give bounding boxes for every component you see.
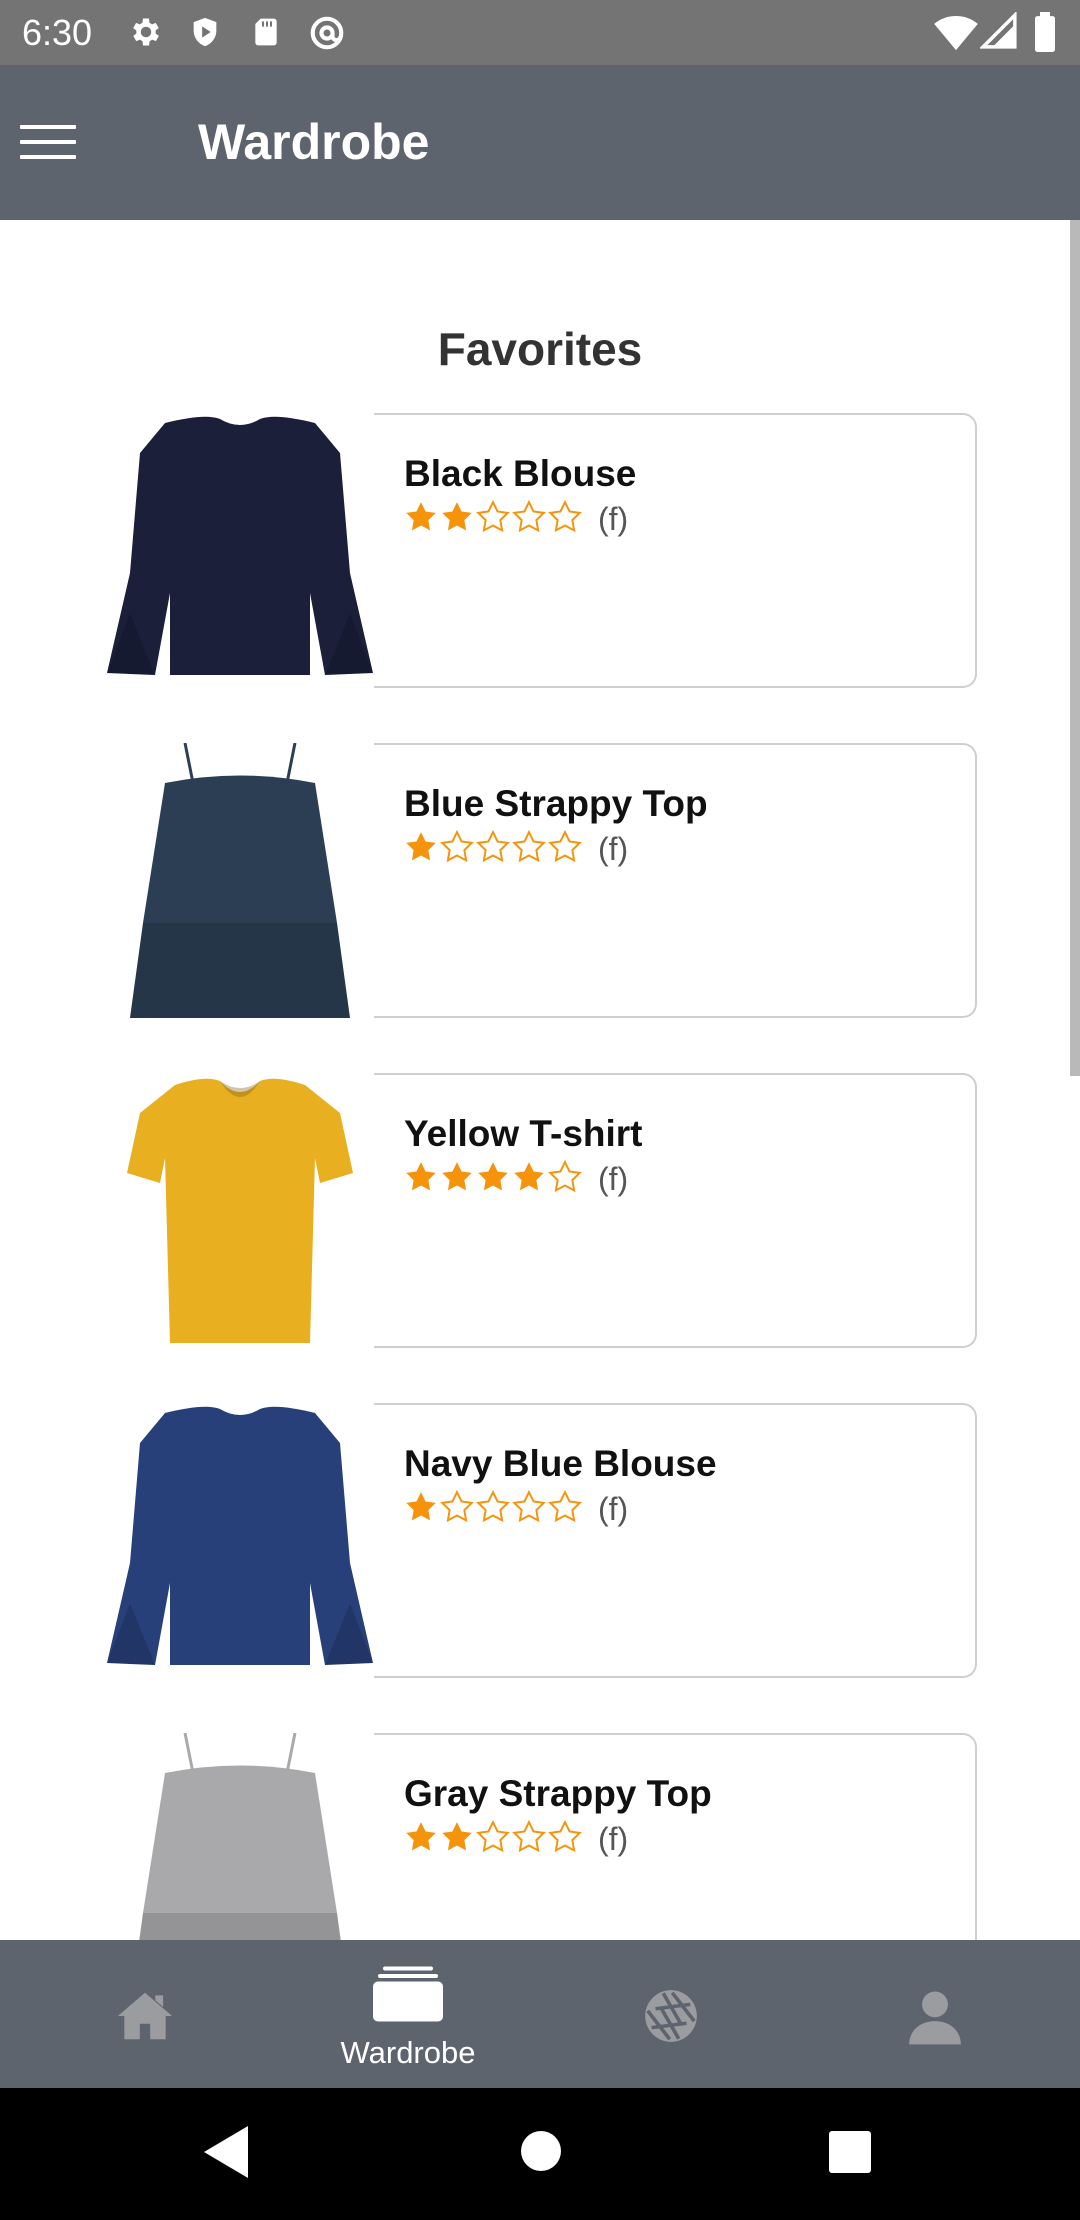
system-nav [0, 2088, 1080, 2220]
star-empty-icon [440, 829, 476, 869]
nav-camera[interactable] [536, 1940, 806, 2088]
battery-icon [1032, 12, 1058, 57]
list-item[interactable]: Yellow T-shirt (f) [0, 1073, 1000, 1348]
home-icon [114, 1985, 176, 2047]
status-time: 6:30 [22, 12, 93, 53]
list-item[interactable]: Black Blouse (f) [0, 413, 1000, 688]
star-filled-icon [440, 500, 476, 539]
star-filled-icon [440, 1820, 476, 1859]
garment-image[interactable] [105, 1403, 375, 1678]
section-title: Favorites [437, 323, 643, 375]
favorites-list[interactable]: Favorites Black Blouse (f) Blue Strappy To… [0, 220, 1080, 1940]
star-empty-icon [512, 1819, 548, 1859]
hamburger-menu-icon[interactable] [20, 125, 76, 165]
list-item[interactable]: Navy Blue Blouse (f) [0, 1403, 1000, 1678]
item-card[interactable]: Yellow T-shirt (f) [374, 1073, 977, 1348]
garment-image[interactable] [105, 1732, 375, 1940]
star-empty-icon [512, 499, 548, 539]
star-empty-icon [548, 1819, 584, 1859]
star-rating: (f) [404, 1157, 628, 1201]
star-empty-icon [548, 1489, 584, 1529]
item-name: Navy Blue Blouse [404, 1443, 717, 1484]
home-circle-icon[interactable] [520, 2130, 562, 2177]
star-empty-icon [476, 499, 512, 539]
star-filled-icon [404, 830, 440, 869]
sd-card-icon [250, 14, 282, 55]
page-title: Wardrobe [198, 114, 430, 170]
item-card[interactable]: Black Blouse (f) [374, 413, 977, 688]
garment-image[interactable] [105, 742, 375, 1018]
item-card[interactable]: Navy Blue Blouse (f) [374, 1403, 977, 1678]
rating-label: (f) [598, 1490, 629, 1527]
star-empty-icon [476, 1819, 512, 1859]
rating-label: (f) [598, 500, 629, 537]
signal-icon [978, 10, 1018, 55]
nav-label-wardrobe: Wardrobe [340, 2035, 476, 2070]
wifi-icon [934, 12, 978, 57]
star-filled-icon [404, 1160, 440, 1199]
star-empty-icon [548, 1159, 584, 1199]
nav-wardrobe[interactable]: Wardrobe [273, 1940, 543, 2088]
item-card[interactable]: Gray Strappy Top (f) [374, 1733, 977, 1940]
rating-label: (f) [598, 1160, 629, 1197]
rating-label: (f) [598, 830, 629, 867]
item-card[interactable]: Blue Strappy Top (f) [374, 743, 977, 1018]
bottom-nav: Wardrobe [0, 1940, 1080, 2088]
star-rating: (f) [404, 827, 628, 871]
list-item[interactable]: Gray Strappy Top (f) [0, 1732, 1000, 1940]
scrollbar[interactable] [1070, 220, 1080, 1076]
star-filled-icon [440, 1160, 476, 1199]
rating-label: (f) [598, 1820, 629, 1857]
star-empty-icon [548, 499, 584, 539]
item-name: Yellow T-shirt [404, 1113, 643, 1154]
nav-home[interactable] [10, 1940, 280, 2088]
status-bar: 6:30 [0, 0, 1080, 65]
nav-profile[interactable] [800, 1940, 1070, 2088]
recents-icon[interactable] [829, 2131, 871, 2178]
item-name: Blue Strappy Top [404, 783, 708, 824]
back-icon[interactable] [204, 2126, 248, 2183]
star-empty-icon [440, 1489, 476, 1529]
star-rating: (f) [404, 497, 628, 541]
star-empty-icon [512, 829, 548, 869]
star-filled-icon [404, 1820, 440, 1859]
star-empty-icon [476, 1489, 512, 1529]
star-empty-icon [512, 1489, 548, 1529]
garment-image[interactable] [105, 413, 375, 688]
star-rating: (f) [404, 1487, 628, 1531]
star-filled-icon [404, 1490, 440, 1529]
app-bar: Wardrobe [0, 65, 1080, 220]
garment-image[interactable] [105, 1073, 375, 1348]
at-sign-icon [308, 14, 346, 57]
wardrobe-icon [373, 1966, 443, 2028]
star-filled-icon [512, 1160, 548, 1199]
star-filled-icon [404, 500, 440, 539]
aperture-icon [640, 1985, 702, 2047]
profile-icon [904, 1985, 966, 2047]
star-filled-icon [476, 1160, 512, 1199]
star-empty-icon [548, 829, 584, 869]
list-item[interactable]: Blue Strappy Top (f) [0, 742, 1000, 1018]
item-name: Black Blouse [404, 453, 637, 494]
settings-icon [128, 14, 164, 55]
star-rating: (f) [404, 1817, 628, 1861]
item-name: Gray Strappy Top [404, 1773, 712, 1814]
star-empty-icon [476, 829, 512, 869]
shield-play-icon [188, 14, 222, 55]
